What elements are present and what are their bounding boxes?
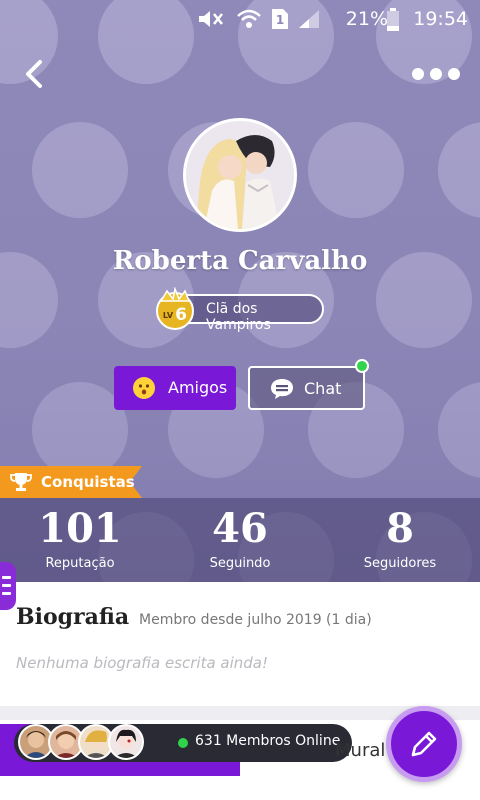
sim-icon: 1	[272, 9, 288, 29]
member-since: Membro desde julho 2019 (1 dia)	[139, 612, 372, 628]
online-members-bar[interactable]: 631 Membros Online	[14, 724, 352, 762]
status-bar: 1 21% 19:54	[0, 0, 480, 38]
menu-line	[2, 576, 11, 579]
back-arrow-icon[interactable]	[18, 56, 54, 92]
achievements-label: Conquistas	[41, 473, 135, 491]
chat-button-label: Chat	[304, 379, 342, 398]
stats-strip: 101 Reputação 46 Seguindo 8 Seguidores	[0, 498, 480, 582]
level-prefix: LV	[163, 311, 174, 320]
online-indicator	[178, 738, 188, 748]
biography-header: Biografia	[16, 604, 129, 630]
profile-name: Roberta Carvalho	[112, 246, 368, 276]
stat-label: Seguidores	[363, 556, 437, 571]
clock: 19:54	[413, 8, 468, 30]
achievements-ribbon[interactable]: Conquistas	[0, 466, 142, 498]
clan-name: Clã dos Vampiros	[206, 301, 271, 333]
battery-icon	[387, 8, 399, 31]
mute-icon	[199, 11, 223, 27]
stat-label: Reputação	[45, 556, 115, 571]
signal-icon	[299, 10, 319, 28]
menu-line	[2, 584, 11, 587]
stat-followers[interactable]: 8 Seguidores	[320, 498, 480, 572]
battery-percent: 21%	[345, 8, 388, 30]
friends-button[interactable]: Amigos	[114, 366, 236, 410]
biography-title: Biografia	[16, 604, 130, 630]
stat-value: 8	[386, 505, 414, 552]
stat-label: Seguindo	[209, 556, 271, 571]
chat-button[interactable]: Chat	[248, 366, 365, 410]
stat-value: 46	[212, 505, 268, 552]
chat-bubble-icon	[271, 379, 293, 399]
avatar-illustration	[186, 121, 294, 229]
biography-empty-text: Nenhuma biografia escrita ainda!	[16, 654, 268, 672]
compose-fab[interactable]	[386, 706, 462, 782]
online-members-count: 631 Membros Online	[195, 733, 341, 749]
level-number: 6	[175, 305, 187, 325]
mural-tab[interactable]: Mural	[335, 740, 385, 761]
online-status-dot	[355, 359, 369, 373]
smiley-face-icon	[133, 377, 155, 399]
member-avatar	[108, 724, 144, 760]
pencil-icon	[411, 731, 437, 757]
profile-avatar[interactable]	[183, 118, 297, 232]
svg-text:1: 1	[276, 13, 284, 27]
wifi-icon	[237, 9, 261, 28]
stat-value: 101	[38, 505, 122, 552]
side-menu-tab[interactable]	[0, 562, 16, 610]
more-dots-icon[interactable]	[410, 62, 462, 86]
level-badge: LV 6	[156, 287, 194, 330]
friends-button-label: Amigos	[168, 378, 228, 397]
trophy-icon	[10, 473, 32, 491]
menu-line	[2, 592, 11, 595]
stat-following[interactable]: 46 Seguindo	[160, 498, 320, 572]
stat-reputation[interactable]: 101 Reputação	[0, 498, 160, 572]
